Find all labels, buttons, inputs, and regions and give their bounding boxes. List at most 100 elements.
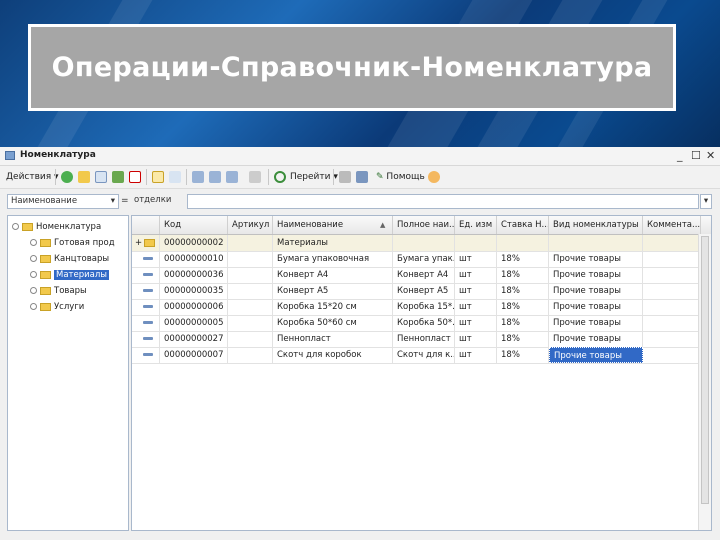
table-cell-kind[interactable]: Прочие товары [549,315,643,331]
table-cell-unit[interactable]: шт [455,315,497,331]
table-cell-kind[interactable]: Прочие товары [549,347,643,363]
table-row[interactable]: 00000000005 Коробка 50*60 см Коробка 50*..… [132,315,711,332]
table-cell-article[interactable] [228,347,273,363]
table-cell-vat[interactable]: 18% [497,283,549,299]
table-cell-name[interactable]: Бумага упаковочная [273,251,393,267]
column-header[interactable]: Полное наи... [393,216,455,234]
table-cell-name[interactable]: Коробка 50*60 см [273,315,393,331]
table-cell-name[interactable]: Конверт А4 [273,267,393,283]
maximize-button[interactable]: ☐ [691,149,701,163]
tree-item[interactable]: Канцтовары [30,252,109,266]
column-header[interactable]: Вид номенклатуры [549,216,643,234]
table-cell-full[interactable]: Конверт А4 [393,267,455,283]
table-row-group[interactable]: +00000000002 Материалы [132,235,711,252]
search-dropdown-button[interactable]: ▾ [700,194,712,209]
copy-icon[interactable] [95,171,107,183]
table-cell-vat[interactable] [497,235,549,251]
column-header[interactable]: Наименование [273,216,393,234]
refresh-icon[interactable] [274,171,286,183]
table-cell-code[interactable]: 00000000027 [160,331,228,347]
filter-list-icon[interactable] [209,171,221,183]
minimize-button[interactable]: _ [677,149,683,163]
table-cell-article[interactable] [228,299,273,315]
table-cell-name[interactable]: Конверт А5 [273,283,393,299]
column-header[interactable]: Артикул [228,216,273,234]
table-cell-comment[interactable] [643,267,701,283]
list-icon[interactable] [339,171,351,183]
table-cell-kind[interactable]: Прочие товары [549,331,643,347]
table-cell-code[interactable]: 00000000036 [160,267,228,283]
expand-icon[interactable] [30,271,37,278]
table-cell-vat[interactable]: 18% [497,331,549,347]
vertical-scrollbar[interactable] [698,234,711,530]
table-cell-name[interactable]: Материалы [273,235,393,251]
tree-item[interactable]: Услуги [30,300,84,314]
table-cell-article[interactable] [228,235,273,251]
table-cell-comment[interactable] [643,331,701,347]
table-cell-article[interactable] [228,283,273,299]
table-cell-kind[interactable]: Прочие товары [549,267,643,283]
table-cell-kind[interactable]: Прочие товары [549,299,643,315]
table-cell-full[interactable]: Бумага упак... [393,251,455,267]
table-cell-code[interactable]: 00000000035 [160,283,228,299]
goto-menu[interactable]: Перейти ▾ [290,170,338,184]
table-row[interactable]: 00000000027 Пеннопласт Пеннопласт шт 18% Проч… [132,331,711,348]
collapse-icon[interactable] [12,223,19,230]
search-input[interactable] [187,194,699,209]
table-cell-unit[interactable] [455,235,497,251]
table-cell-comment[interactable] [643,235,701,251]
table-cell-vat[interactable]: 18% [497,267,549,283]
table-cell-unit[interactable]: шт [455,331,497,347]
table-cell-comment[interactable] [643,283,701,299]
tree-item[interactable]: Товары [30,284,87,298]
table-cell-full[interactable]: Коробка 50*... [393,315,455,331]
column-header[interactable]: Ставка Н... [497,216,549,234]
table-cell-full[interactable] [393,235,455,251]
table-row[interactable]: 00000000035 Конверт А5 Конверт А5 шт 18% Проч… [132,283,711,300]
scrollbar-thumb[interactable] [701,236,709,504]
table-cell-vat[interactable]: 18% [497,299,549,315]
table-cell-code[interactable]: 00000000007 [160,347,228,363]
table-cell-full[interactable]: Коробка 15*... [393,299,455,315]
table-cell-kind[interactable]: Прочие товары [549,251,643,267]
table-cell-comment[interactable] [643,315,701,331]
edit-icon[interactable] [112,171,124,183]
table-cell-vat[interactable]: 18% [497,347,549,363]
add-folder-icon[interactable] [78,171,90,183]
table-row[interactable]: 00000000006 Коробка 15*20 см Коробка 15*..… [132,299,711,316]
table-cell-kind[interactable]: Прочие товары [549,283,643,299]
help-button[interactable]: ✎ Помощь [376,170,425,184]
tree-item-selected[interactable]: Материалы [30,268,109,282]
table-cell-code[interactable]: 00000000005 [160,315,228,331]
table-cell-comment[interactable] [643,251,701,267]
add-icon[interactable] [61,171,73,183]
column-header[interactable]: Ед. изм [455,216,497,234]
table-cell-unit[interactable]: шт [455,347,497,363]
delete-icon[interactable] [129,171,141,183]
table-cell-name[interactable]: Скотч для коробок [273,347,393,363]
table-cell-name[interactable]: Пеннопласт [273,331,393,347]
hierarchy-icon[interactable] [152,171,164,183]
table-cell-unit[interactable]: шт [455,267,497,283]
table-cell-code[interactable]: 00000000002 [160,235,228,251]
table-row[interactable]: 00000000036 Конверт А4 Конверт А4 шт 18% Проч… [132,267,711,284]
table-cell-name[interactable]: Коробка 15*20 см [273,299,393,315]
table-cell-code[interactable]: 00000000006 [160,299,228,315]
structure-icon[interactable] [356,171,368,183]
column-header[interactable]: Код [160,216,228,234]
expand-icon[interactable]: + [135,235,142,251]
column-header[interactable]: Коммента... [643,216,701,234]
table-cell-vat[interactable]: 18% [497,251,549,267]
smiley-icon[interactable] [428,171,440,183]
table-cell-full[interactable]: Пеннопласт [393,331,455,347]
table-cell-full[interactable]: Конверт А5 [393,283,455,299]
expand-icon[interactable] [30,239,37,246]
folder-view-icon[interactable] [169,171,181,183]
table-cell-unit[interactable]: шт [455,251,497,267]
table-cell-code[interactable]: 00000000010 [160,251,228,267]
table-cell-unit[interactable]: шт [455,299,497,315]
table-row[interactable]: 00000000010 Бумага упаковочная Бумага упак… [132,251,711,268]
tree-item[interactable]: Готовая прод [30,236,115,250]
clear-filter-icon[interactable] [249,171,261,183]
filter-icon[interactable] [192,171,204,183]
